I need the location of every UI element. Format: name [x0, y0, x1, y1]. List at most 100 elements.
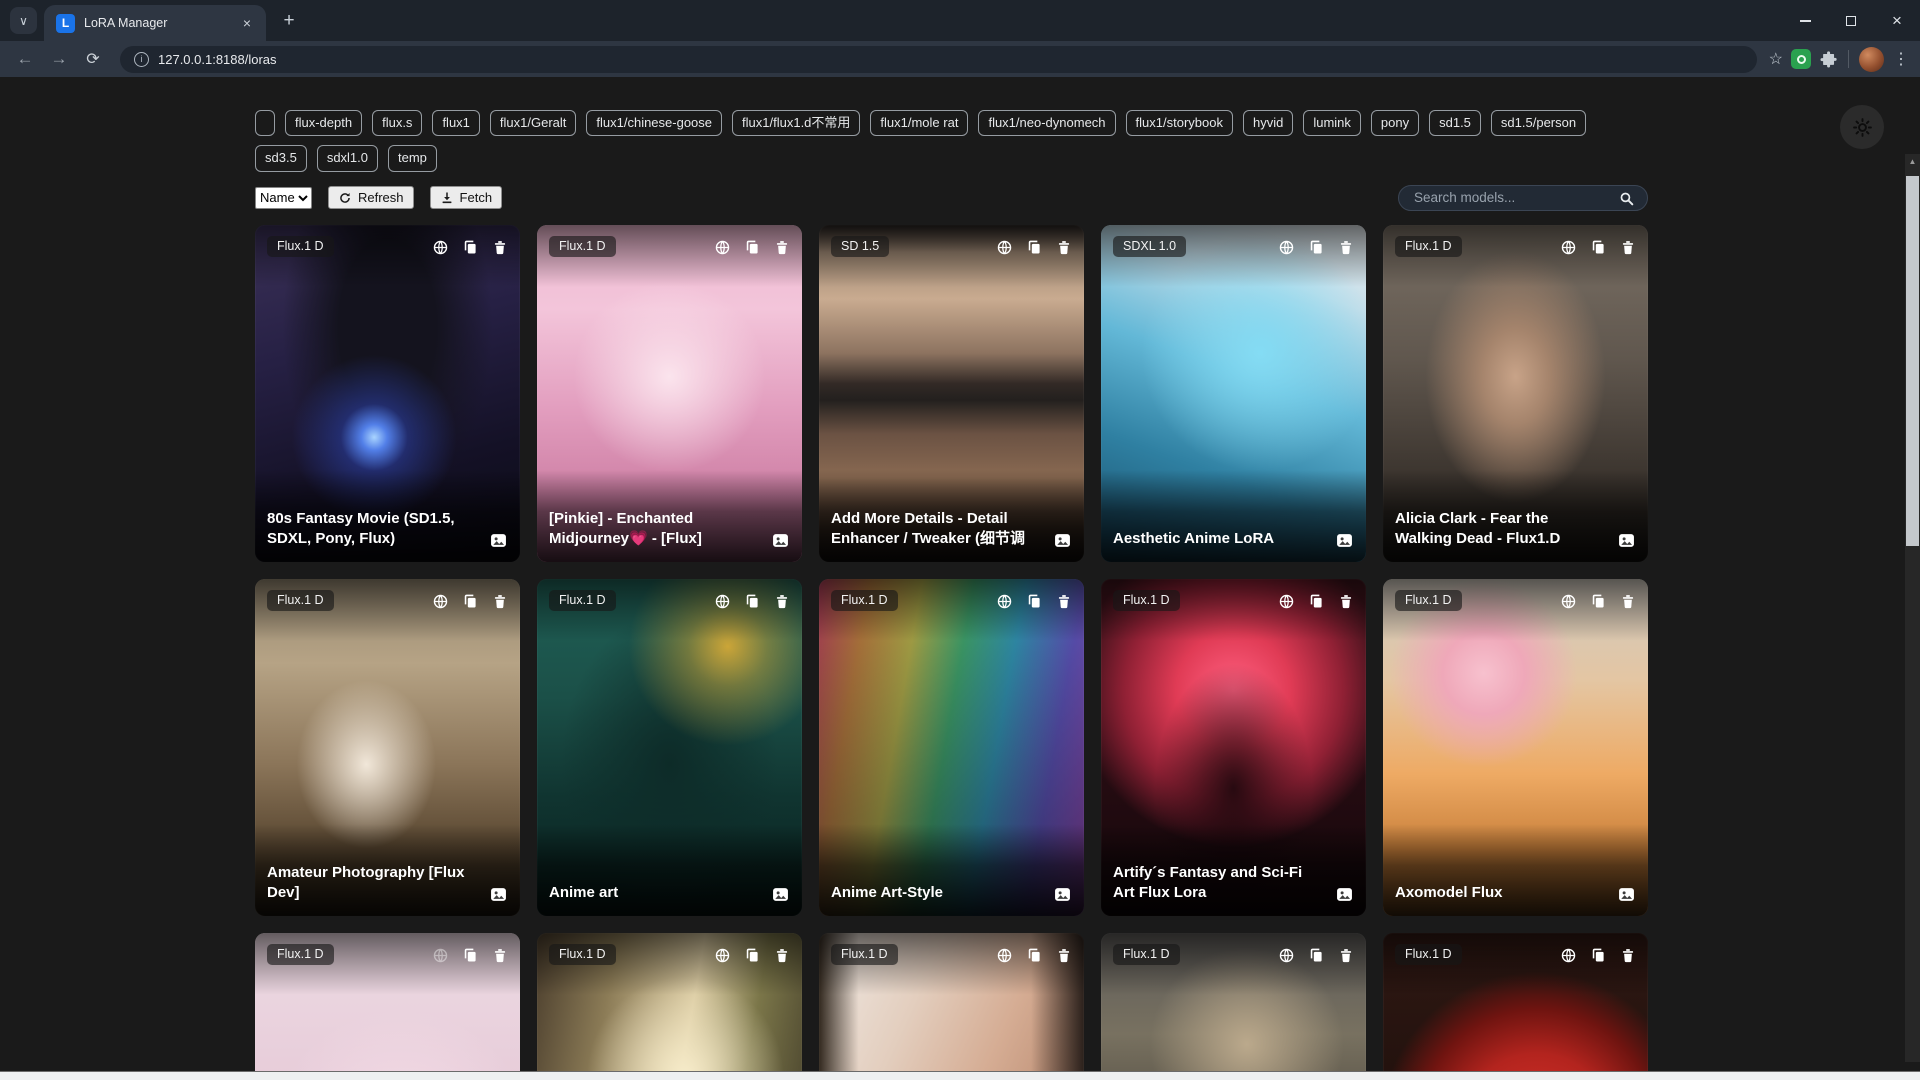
image-icon[interactable] — [1053, 531, 1072, 550]
copy-icon[interactable] — [1026, 239, 1043, 256]
filter-tag[interactable]: temp — [388, 145, 437, 171]
lora-card[interactable]: Flux.1 D Artify´s Fantasy and Sci-Fi Art… — [1101, 579, 1366, 916]
trash-icon[interactable] — [774, 239, 790, 256]
filter-tag[interactable]: flux-depth — [285, 110, 362, 136]
image-icon[interactable] — [1335, 885, 1354, 904]
image-icon[interactable] — [1617, 531, 1636, 550]
copy-icon[interactable] — [744, 239, 761, 256]
copy-icon[interactable] — [744, 593, 761, 610]
globe-icon[interactable] — [1560, 947, 1577, 964]
globe-icon[interactable] — [996, 947, 1013, 964]
image-icon[interactable] — [489, 531, 508, 550]
trash-icon[interactable] — [492, 593, 508, 610]
page-scrollbar[interactable]: ▲ — [1905, 154, 1920, 1062]
trash-icon[interactable] — [1338, 593, 1354, 610]
new-tab-button[interactable]: + — [276, 8, 302, 34]
copy-icon[interactable] — [462, 239, 479, 256]
image-icon[interactable] — [489, 885, 508, 904]
lora-card[interactable]: Flux.1 D — [1101, 933, 1366, 1080]
trash-icon[interactable] — [1620, 593, 1636, 610]
maximize-button[interactable] — [1828, 0, 1874, 41]
globe-icon[interactable] — [714, 947, 731, 964]
copy-icon[interactable] — [1026, 593, 1043, 610]
trash-icon[interactable] — [1338, 947, 1354, 964]
extension-icon[interactable] — [1791, 49, 1811, 69]
bookmark-star-icon[interactable]: ☆ — [1769, 49, 1783, 69]
search-input[interactable] — [1398, 185, 1648, 211]
tab-search-button[interactable]: ∨ — [10, 7, 37, 34]
tab-close-icon[interactable]: × — [238, 14, 256, 32]
globe-icon[interactable] — [432, 239, 449, 256]
filter-tag[interactable]: flux1/chinese-goose — [586, 110, 722, 136]
filter-tag[interactable]: sd3.5 — [255, 145, 307, 171]
filter-tag[interactable]: flux1/mole rat — [870, 110, 968, 136]
filter-tag[interactable]: sdxl1.0 — [317, 145, 378, 171]
menu-dots-icon[interactable]: ⋮ — [1892, 49, 1910, 69]
image-icon[interactable] — [1053, 885, 1072, 904]
image-icon[interactable] — [1335, 531, 1354, 550]
scrollbar-thumb[interactable] — [1906, 176, 1919, 546]
copy-icon[interactable] — [1308, 947, 1325, 964]
trash-icon[interactable] — [1338, 239, 1354, 256]
globe-icon[interactable] — [1560, 593, 1577, 610]
globe-icon[interactable] — [996, 239, 1013, 256]
copy-icon[interactable] — [1026, 947, 1043, 964]
trash-icon[interactable] — [774, 947, 790, 964]
trash-icon[interactable] — [1620, 239, 1636, 256]
lora-card[interactable]: Flux.1 D — [537, 933, 802, 1080]
copy-icon[interactable] — [744, 947, 761, 964]
globe-icon[interactable] — [1560, 239, 1577, 256]
url-text[interactable]: 127.0.0.1:8188/loras — [158, 52, 277, 67]
minimize-button[interactable] — [1782, 0, 1828, 41]
filter-tag[interactable]: flux1/neo-dynomech — [978, 110, 1115, 136]
image-icon[interactable] — [771, 531, 790, 550]
reload-button[interactable]: ⟳ — [78, 44, 108, 74]
browser-tab[interactable]: L LoRA Manager × — [44, 5, 266, 41]
filter-tag[interactable]: flux1/storybook — [1126, 110, 1233, 136]
refresh-button[interactable]: Refresh — [328, 186, 414, 209]
trash-icon[interactable] — [1056, 947, 1072, 964]
trash-icon[interactable] — [1620, 947, 1636, 964]
trash-icon[interactable] — [1056, 239, 1072, 256]
extensions-puzzle-icon[interactable] — [1819, 50, 1838, 69]
address-bar[interactable]: i 127.0.0.1:8188/loras — [120, 46, 1757, 73]
lora-card[interactable]: Flux.1 D Anime art — [537, 579, 802, 916]
filter-tag-empty[interactable] — [255, 110, 275, 136]
filter-tag[interactable]: flux1 — [432, 110, 479, 136]
lora-card[interactable]: Flux.1 D 80s Fantasy Movie (SD1.5, SDXL,… — [255, 225, 520, 562]
globe-icon[interactable] — [714, 239, 731, 256]
copy-icon[interactable] — [1308, 239, 1325, 256]
site-info-icon[interactable]: i — [134, 52, 149, 67]
image-icon[interactable] — [1617, 885, 1636, 904]
theme-toggle-button[interactable] — [1840, 105, 1884, 149]
copy-icon[interactable] — [462, 947, 479, 964]
close-button[interactable]: × — [1874, 0, 1920, 41]
globe-icon[interactable] — [1278, 947, 1295, 964]
scroll-up-icon[interactable]: ▲ — [1905, 157, 1920, 166]
globe-icon[interactable] — [714, 593, 731, 610]
back-button[interactable]: ← — [10, 44, 40, 74]
filter-tag[interactable]: lumink — [1303, 110, 1361, 136]
search-icon[interactable] — [1618, 190, 1635, 207]
filter-tag[interactable]: sd1.5/person — [1491, 110, 1586, 136]
trash-icon[interactable] — [492, 947, 508, 964]
copy-icon[interactable] — [1308, 593, 1325, 610]
trash-icon[interactable] — [492, 239, 508, 256]
profile-avatar[interactable] — [1859, 47, 1884, 72]
lora-card[interactable]: Flux.1 D Anime Art-Style — [819, 579, 1084, 916]
filter-tag[interactable]: pony — [1371, 110, 1419, 136]
lora-card[interactable]: Flux.1 D Axomodel Flux — [1383, 579, 1648, 916]
lora-card[interactable]: Flux.1 D — [819, 933, 1084, 1080]
lora-card[interactable]: Flux.1 D — [1383, 933, 1648, 1080]
lora-card[interactable]: Flux.1 D Alicia Clark - Fear the Walking… — [1383, 225, 1648, 562]
filter-tag[interactable]: sd1.5 — [1429, 110, 1481, 136]
fetch-button[interactable]: Fetch — [430, 186, 503, 209]
filter-tag[interactable]: flux1/Geralt — [490, 110, 576, 136]
globe-icon[interactable] — [432, 947, 449, 964]
lora-card[interactable]: Flux.1 D [Pinkie] - Enchanted Midjourney… — [537, 225, 802, 562]
lora-card[interactable]: SD 1.5 Add More Details - Detail Enhance… — [819, 225, 1084, 562]
image-icon[interactable] — [771, 885, 790, 904]
filter-tag[interactable]: hyvid — [1243, 110, 1293, 136]
trash-icon[interactable] — [774, 593, 790, 610]
lora-card[interactable]: Flux.1 D — [255, 933, 520, 1080]
